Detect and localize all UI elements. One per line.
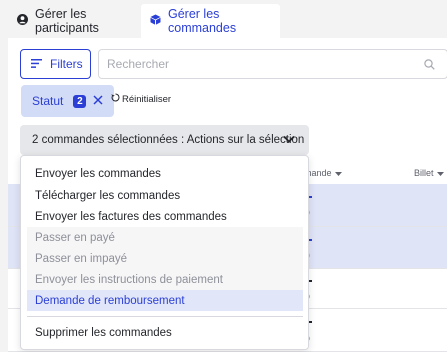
cube-icon <box>150 14 161 28</box>
column-header-commande[interactable]: mande <box>304 168 342 178</box>
tab-commandes[interactable]: Gérer les commandes <box>141 4 280 38</box>
menu-item-delete-orders[interactable]: Supprimer les commandes <box>27 322 303 343</box>
column-header-billet[interactable]: Billet <box>414 168 444 178</box>
user-circle-icon <box>17 14 28 28</box>
search-icon[interactable] <box>424 59 435 73</box>
menu-item-send-orders[interactable]: Envoyer les commandes <box>27 163 303 184</box>
menu-item-send-invoices[interactable]: Envoyer les factures des commandes <box>27 206 303 227</box>
filters-button-label: Filters <box>50 57 83 71</box>
status-filter-chip[interactable]: Statut 2 <box>21 85 114 117</box>
tab-bar: Gérer les participants Gérer les command… <box>0 0 447 38</box>
menu-divider <box>27 316 303 317</box>
menu-item-refund-request[interactable]: Demande de remboursement <box>27 290 303 311</box>
reset-filters-button[interactable]: Réinitialiser <box>111 93 171 105</box>
tab-participants[interactable]: Gérer les participants <box>8 4 139 38</box>
sort-caret-icon <box>436 168 444 178</box>
sort-caret-icon <box>334 168 342 178</box>
selection-actions-menu: Envoyer les commandes Télécharger les co… <box>20 155 309 350</box>
tab-participants-label: Gérer les participants <box>35 7 99 35</box>
filter-lines-icon <box>31 57 42 71</box>
menu-item-mark-unpaid: Passer en impayé <box>27 248 303 269</box>
selection-actions-button[interactable]: 2 commandes sélectionnées : Actions sur … <box>20 125 309 155</box>
menu-item-mark-paid: Passer en payé <box>27 227 303 248</box>
status-filter-count-badge: 2 <box>73 94 87 108</box>
reset-filters-label: Réinitialiser <box>122 93 172 105</box>
menu-item-download-orders[interactable]: Télécharger les commandes <box>27 185 303 206</box>
reset-icon <box>111 93 120 105</box>
menu-item-send-payment-instructions: Envoyer les instructions de paiement <box>27 269 303 290</box>
close-icon[interactable] <box>93 94 103 108</box>
selection-actions-label: 2 commandes sélectionnées : Actions sur … <box>32 134 305 146</box>
status-filter-label: Statut <box>32 94 64 108</box>
filters-button[interactable]: Filters <box>20 49 91 79</box>
chevron-down-icon <box>283 134 295 146</box>
search-input[interactable] <box>107 57 407 71</box>
search-box[interactable] <box>98 49 447 79</box>
tab-commandes-label: Gérer les commandes <box>168 7 237 35</box>
column-header-billet-label: Billet <box>414 168 434 178</box>
